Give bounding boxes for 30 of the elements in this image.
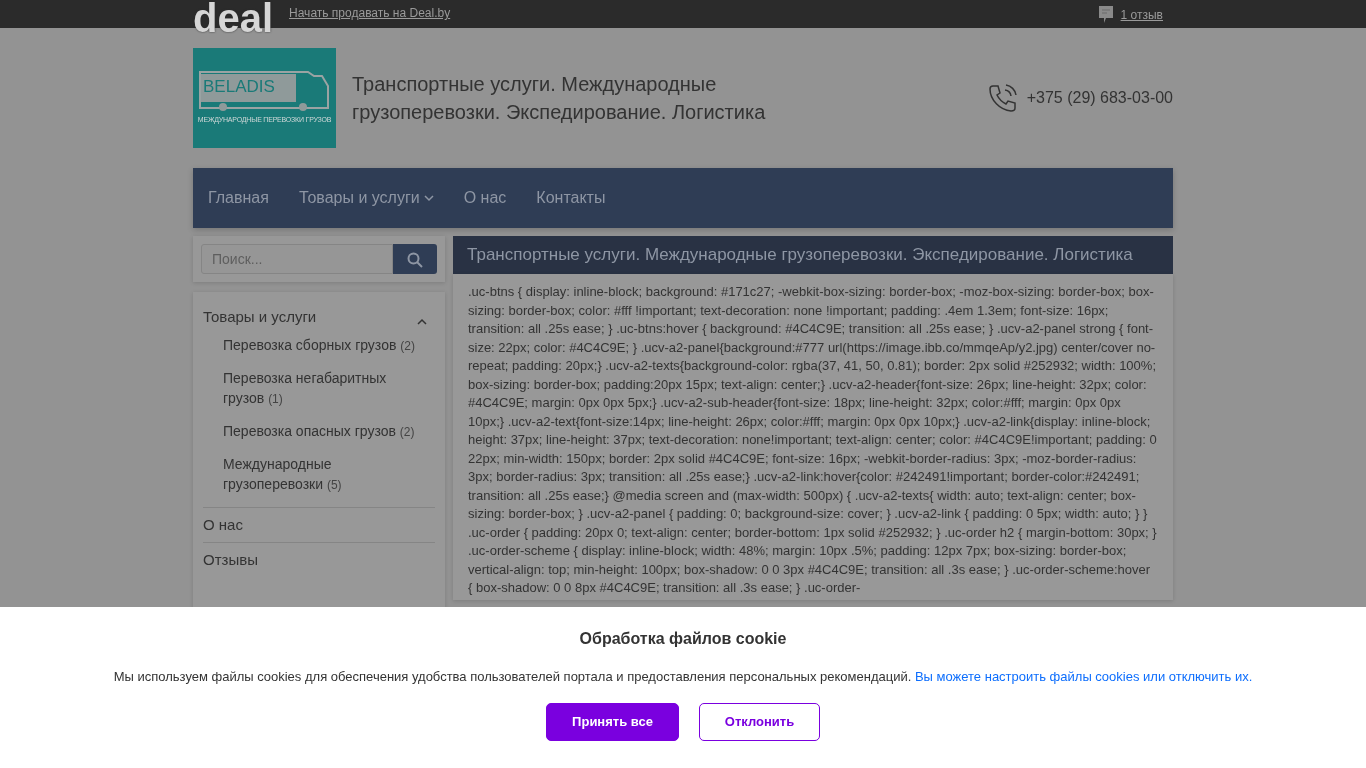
cookie-title: Обработка файлов cookie [578, 629, 788, 649]
cookie-text: Мы используем файлы cookies для обеспечения удобства пользователей портала и предоставления персональных рекомендаций. Вы можете настроить файлы cookies или отключить их. [112, 668, 1254, 686]
nav-link[interactable]: Товары и услуги [283, 168, 449, 228]
sidebar-item[interactable]: Отзывы [203, 549, 258, 572]
truck-icon [199, 70, 329, 112]
search-field[interactable]: Поиск... [201, 244, 393, 274]
caret-icon[interactable] [417, 317, 427, 325]
nav-link[interactable]: О нас [448, 168, 522, 228]
logo-name: BELADIS [203, 78, 275, 95]
decline-button[interactable]: Отклонить [699, 702, 820, 741]
phone-number: +375 (29) 683-03-00 [1026, 88, 1173, 108]
comment-icon [1098, 6, 1113, 24]
sidebar-item[interactable]: Товары и услуги [203, 306, 317, 329]
accept-button[interactable]: Принять все [546, 702, 679, 741]
sidebar-item[interactable]: О нас [203, 513, 243, 536]
category-link[interactable]: Перевозка негабаритных грузов (1) [223, 367, 425, 409]
nav-link[interactable]: Главная [193, 168, 284, 228]
phone-icon [986, 82, 1019, 114]
sell-link[interactable]: Начать продавать на Deal.by [289, 4, 451, 22]
nav-link[interactable]: Контакты [521, 168, 621, 228]
css-text: .uc-btns { display: inline-block; background: #171c27; -webkit-box-sizing: border-box; -moz-box-sizing: border-box; box-sizing: border-box; color: #fff !important; text-decoration: none !important; padding: .4em 1.3em; font-size: 16px; transition: all .25s ease; } .uc-btns:hover { background: #4C4C9E; transition: all .25s ease; } .ucv-a2-panel strong { font-size: 22px; color: #4C4C9E; } .ucv-a2-panel{background:#777 url(https://image.ibb.co/mmqeAp/y2.jpg) center/cover no-repeat; padding: 20px;} .ucv-a2-texts{background-color: rgba(37, 41, 50, 0.81); border: 2px solid #252932; width: 100%; box-sizing: border-box; padding:20px 15px; text-align: center;} .ucv-a2-header{font-size: 26px; line-height: 32px; color: #4C4C9E; margin: 0px 0px 5px;} .ucv-a2-sub-header{font-size: 18px; line-height: 32px; color:#fff; margin: 0px 0px 10px;} .ucv-a2-text{font-size:14px; line-height: 26px; color:#fff; margin: 0px 0px 10px;} .ucv-a2-link{display: inline-block; height: 37px; line-height: 37px; text-decoration: none!important; text-align: center; color: #4C4C9E!important; padding: 0 22px; min-width: 150px; border: 2px solid #4C4C9E; font-size: 16px; -webkit-border-radius: 3px; -moz-border-radius: 3px; border-radius: 3px; transition: all .25s ease;} .ucv-a2-link:hover{color: #242491!important; border-color:#242491; transition: all .25s ease;} @media screen and (max-width: 500px) { .ucv-a2-texts{ width: auto; text-align: center; box-sizing: border-box; } .ucv-a2-panel { padding: 0; background-size: cover; } .ucv-a2-link { padding: 0 5px; width: auto; } } .uc-order { padding: 20px 0; text-align: center; border-bottom: 1px solid #252932; } .uc-order h2 { margin-bottom: 30px; } .uc-order-scheme { display: inline-block; width: 48%; margin: 10px .5%; padding: 12px 7px; box-sizing: border-box; vertical-align: top; min-height: 100px; box-shadow: 0 0 3px #4C4C9E; transition: all .3s ease; } .uc-order-scheme:hover { box-shadow: 0 0 8px #4C4C9E; transition: all .3s ease; } .uc-order- [468, 283, 1158, 597]
search-icon [407, 251, 423, 268]
category-link[interactable]: Перевозка сборных грузов (2) [223, 334, 425, 356]
category-link[interactable]: Международные грузоперевозки (5) [223, 453, 425, 495]
cookie-settings-link[interactable]: Вы можете настроить файлы cookies или отключить их. [914, 669, 1253, 684]
page-heading: Транспортные услуги. Международные грузоперевозки. Экспедирование. Логистика [352, 72, 767, 125]
category-link[interactable]: Перевозка опасных грузов (2) [223, 420, 425, 442]
search-button[interactable] [393, 244, 437, 274]
content-title: Транспортные услуги. Международные грузоперевозки. Экспедирование. Логистика [453, 236, 1173, 274]
reviews-link[interactable]: 1 отзыв [1120, 6, 1163, 24]
